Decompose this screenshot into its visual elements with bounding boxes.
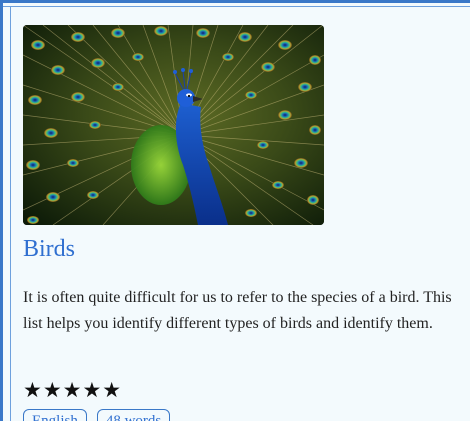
tag-list: English 48 words (23, 409, 171, 421)
card-title[interactable]: Birds (23, 233, 75, 265)
peacock-image (23, 25, 324, 225)
tag-word-count[interactable]: 48 words (96, 409, 171, 421)
star-icon: ★★★★★ (23, 378, 123, 402)
card-description: It is often quite difficult for us to re… (23, 289, 452, 332)
star-rating: ★★★★★ (23, 377, 122, 403)
card-frame: Birds It is often quite difficult for us… (0, 0, 470, 421)
tag-language[interactable]: English (23, 409, 87, 421)
